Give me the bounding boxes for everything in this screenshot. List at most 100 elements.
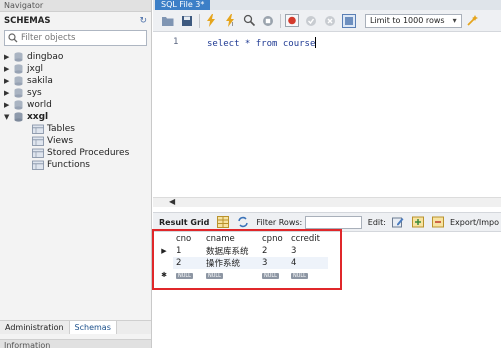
auto-commit-icon[interactable] bbox=[342, 13, 356, 28]
navigator-tabs: Administration Schemas bbox=[0, 320, 151, 334]
table-row[interactable]: 2 操作系统 3 4 bbox=[155, 257, 328, 269]
database-icon bbox=[14, 76, 23, 86]
horizontal-scrollbar[interactable]: ◀ bbox=[153, 197, 501, 207]
schema-item-sys[interactable]: ▶ sys bbox=[0, 87, 151, 99]
grid-view-icon[interactable] bbox=[217, 216, 230, 228]
database-icon bbox=[14, 112, 23, 122]
sql-editor[interactable]: 1 select * from course bbox=[153, 32, 501, 195]
rollback-icon[interactable] bbox=[323, 14, 337, 28]
new-row-asterisk-icon: ✱ bbox=[161, 271, 167, 279]
schema-item-xxgl[interactable]: ▼ xxgl bbox=[0, 111, 151, 123]
tree-item-functions[interactable]: Functions bbox=[0, 159, 151, 171]
tab-administration[interactable]: Administration bbox=[0, 321, 69, 334]
open-folder-icon[interactable] bbox=[161, 14, 175, 28]
null-badge: NULL bbox=[291, 273, 308, 279]
sql-code-line[interactable]: select * from course bbox=[207, 37, 317, 49]
cell-ccredit[interactable]: 4 bbox=[288, 257, 328, 269]
column-header-ccredit[interactable]: ccredit bbox=[288, 233, 328, 245]
cell-cno[interactable]: NULL bbox=[173, 269, 203, 281]
schema-label: xxgl bbox=[27, 112, 49, 122]
refresh-results-icon[interactable] bbox=[237, 216, 249, 228]
result-table: cno cname cpno ccredit ▶ 1 数据库系统 2 3 2 操… bbox=[155, 233, 328, 281]
current-row-icon: ▶ bbox=[161, 247, 167, 255]
cell-cno[interactable]: 2 bbox=[173, 257, 203, 269]
column-header-cname[interactable]: cname bbox=[203, 233, 259, 245]
filter-rows-label: Filter Rows: bbox=[256, 217, 303, 227]
tab-schemas[interactable]: Schemas bbox=[68, 321, 117, 334]
limit-rows-select[interactable]: Limit to 1000 rows bbox=[365, 13, 462, 28]
commit-icon[interactable] bbox=[304, 14, 318, 28]
expand-arrow-icon[interactable]: ▶ bbox=[4, 101, 12, 109]
scroll-left-icon[interactable]: ◀ bbox=[169, 197, 175, 206]
line-number: 1 bbox=[173, 37, 179, 47]
cell-cpno[interactable]: 3 bbox=[259, 257, 288, 269]
stop-icon[interactable] bbox=[261, 14, 275, 28]
execute-current-icon[interactable]: I bbox=[223, 14, 237, 28]
schema-label: world bbox=[27, 100, 52, 110]
navigator-header: Navigator bbox=[0, 0, 151, 12]
explain-icon[interactable] bbox=[242, 14, 256, 28]
schemas-bar: SCHEMAS ↻ bbox=[0, 14, 151, 28]
null-badge: NULL bbox=[206, 273, 223, 279]
cell-cname[interactable]: 数据库系统 bbox=[203, 245, 259, 257]
schemas-title: SCHEMAS bbox=[4, 16, 51, 26]
database-icon bbox=[14, 88, 23, 98]
tab-sql-file[interactable]: SQL File 3* bbox=[155, 0, 211, 10]
schema-label: sakila bbox=[27, 76, 53, 86]
filter-rows-input[interactable] bbox=[305, 215, 362, 229]
result-grid: cno cname cpno ccredit ▶ 1 数据库系统 2 3 2 操… bbox=[153, 233, 501, 348]
execute-icon[interactable] bbox=[204, 14, 218, 28]
toggle-continue-icon[interactable] bbox=[285, 14, 299, 28]
views-folder-icon bbox=[32, 136, 44, 146]
collapse-arrow-icon[interactable]: ▼ bbox=[4, 113, 12, 121]
tree-item-label: Functions bbox=[47, 160, 90, 170]
cell-cpno[interactable]: NULL bbox=[259, 269, 288, 281]
schema-tree: ▶ dingbao ▶ jxgl ▶ sakila ▶ sys ▶ world … bbox=[0, 51, 151, 171]
cell-cname[interactable]: NULL bbox=[203, 269, 259, 281]
tree-item-views[interactable]: Views bbox=[0, 135, 151, 147]
expand-arrow-icon[interactable]: ▶ bbox=[4, 77, 12, 85]
delete-row-icon[interactable] bbox=[431, 216, 444, 228]
toolbar-divider bbox=[199, 13, 200, 28]
cell-ccredit[interactable]: 3 bbox=[288, 245, 328, 257]
functions-folder-icon bbox=[32, 160, 44, 170]
column-header-cpno[interactable]: cpno bbox=[259, 233, 288, 245]
refresh-icon[interactable]: ↻ bbox=[139, 16, 147, 26]
result-grid-label[interactable]: Result Grid bbox=[159, 218, 209, 227]
filter-objects-box[interactable] bbox=[4, 30, 147, 46]
beautify-icon[interactable] bbox=[466, 14, 480, 28]
tree-item-tables[interactable]: Tables bbox=[0, 123, 151, 135]
row-marker bbox=[155, 257, 173, 269]
schema-item-world[interactable]: ▶ world bbox=[0, 99, 151, 111]
cell-cpno[interactable]: 2 bbox=[259, 245, 288, 257]
database-icon bbox=[14, 64, 23, 74]
schema-item-jxgl[interactable]: ▶ jxgl bbox=[0, 63, 151, 75]
tree-item-stored-procedures[interactable]: Stored Procedures bbox=[0, 147, 151, 159]
export-import-label[interactable]: Export/Impo bbox=[450, 218, 499, 227]
stored-procedures-folder-icon bbox=[32, 148, 44, 158]
cell-cno[interactable]: 1 bbox=[173, 245, 203, 257]
null-badge: NULL bbox=[262, 273, 279, 279]
add-row-icon[interactable] bbox=[411, 216, 424, 228]
search-icon bbox=[8, 33, 18, 43]
tree-item-label: Stored Procedures bbox=[47, 148, 130, 158]
schema-item-sakila[interactable]: ▶ sakila bbox=[0, 75, 151, 87]
tree-item-label: Tables bbox=[47, 124, 75, 134]
column-header-cno[interactable]: cno bbox=[173, 233, 203, 245]
new-row[interactable]: ✱ NULL NULL NULL NULL bbox=[155, 269, 328, 281]
sql-code-text: select * from course bbox=[207, 39, 316, 49]
expand-arrow-icon[interactable]: ▶ bbox=[4, 53, 12, 61]
edit-label: Edit: bbox=[367, 217, 386, 227]
expand-arrow-icon[interactable]: ▶ bbox=[4, 89, 12, 97]
filter-objects-input[interactable] bbox=[21, 33, 141, 43]
cell-cname[interactable]: 操作系统 bbox=[203, 257, 259, 269]
schema-label: jxgl bbox=[27, 64, 44, 74]
save-icon[interactable] bbox=[180, 14, 194, 28]
cell-ccredit[interactable]: NULL bbox=[288, 269, 328, 281]
toolbar-divider bbox=[280, 13, 281, 28]
table-row[interactable]: ▶ 1 数据库系统 2 3 bbox=[155, 245, 328, 257]
edit-row-icon[interactable] bbox=[391, 216, 404, 228]
schema-item-dingbao[interactable]: ▶ dingbao bbox=[0, 51, 151, 63]
table-header-row: cno cname cpno ccredit bbox=[155, 233, 328, 245]
expand-arrow-icon[interactable]: ▶ bbox=[4, 65, 12, 73]
